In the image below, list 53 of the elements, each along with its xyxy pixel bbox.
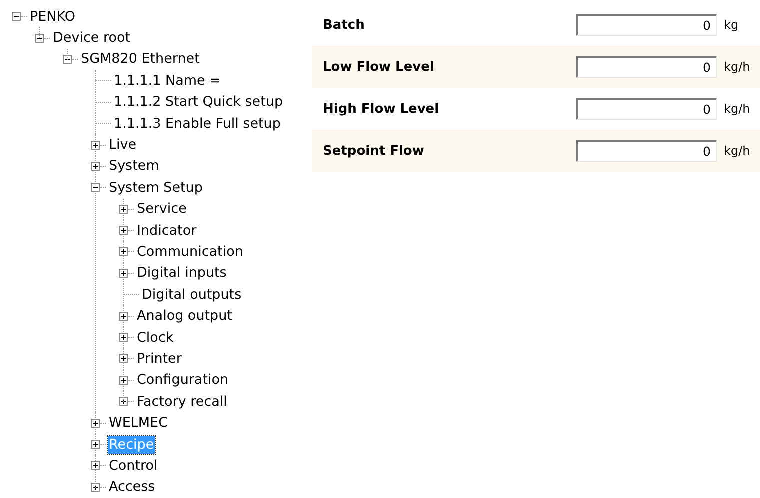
- expand-icon[interactable]: [119, 204, 128, 214]
- tree-item[interactable]: System: [108, 157, 160, 176]
- tree-item[interactable]: SGM820 Ethernet: [80, 50, 201, 68]
- expand-icon[interactable]: [119, 333, 128, 342]
- collapse-icon[interactable]: [12, 12, 21, 22]
- tree-item[interactable]: Device root: [52, 29, 132, 48]
- tree-item[interactable]: Control: [108, 456, 159, 475]
- expand-icon[interactable]: [91, 140, 100, 150]
- tree-item[interactable]: PENKO: [29, 8, 77, 26]
- expand-icon[interactable]: [91, 482, 100, 492]
- number-field[interactable]: 0: [576, 14, 717, 36]
- tree-item[interactable]: Configuration: [136, 371, 230, 390]
- tree-item[interactable]: System Setup: [108, 178, 204, 197]
- expand-icon[interactable]: [91, 162, 100, 171]
- tree-item[interactable]: Clock: [136, 328, 175, 347]
- expand-icon[interactable]: [119, 247, 128, 256]
- unit-label: kg/h: [724, 144, 750, 158]
- unit-label: kg/h: [724, 102, 750, 116]
- unit-label: kg/h: [724, 60, 750, 74]
- expand-icon[interactable]: [119, 397, 128, 406]
- tree-item[interactable]: 1.1.1.1 Name =: [113, 72, 222, 90]
- tree-item[interactable]: 1.1.1.3 Enable Full setup: [113, 114, 282, 133]
- tree-item[interactable]: Access: [108, 478, 156, 496]
- collapse-icon[interactable]: [35, 34, 44, 43]
- expand-icon[interactable]: [119, 226, 128, 236]
- collapse-icon[interactable]: [63, 54, 72, 64]
- collapse-icon[interactable]: [91, 183, 100, 192]
- field-label: Low Flow Level: [323, 60, 436, 74]
- tree-item[interactable]: Live: [108, 136, 138, 154]
- tree-item[interactable]: Printer: [136, 350, 183, 368]
- expand-icon[interactable]: [91, 461, 100, 470]
- tree-item[interactable]: 1.1.1.2 Start Quick setup: [113, 93, 284, 112]
- tree-item[interactable]: Indicator: [136, 222, 198, 240]
- number-field[interactable]: 0: [576, 140, 717, 162]
- expand-icon[interactable]: [119, 376, 128, 385]
- expand-icon[interactable]: [119, 268, 128, 278]
- tree-item[interactable]: Digital outputs: [141, 286, 243, 304]
- expand-icon[interactable]: [91, 440, 100, 449]
- tree-item[interactable]: Communication: [136, 242, 244, 261]
- tree-item[interactable]: Digital inputs: [136, 264, 228, 282]
- field-label: Batch: [323, 18, 366, 32]
- expand-icon[interactable]: [119, 354, 128, 364]
- tree-item[interactable]: Service: [136, 200, 188, 218]
- unit-label: kg: [724, 18, 739, 32]
- field-label: Setpoint Flow: [323, 144, 426, 158]
- number-field[interactable]: 0: [576, 98, 717, 120]
- field-label: High Flow Level: [323, 102, 440, 116]
- tree-item[interactable]: Analog output: [136, 307, 234, 326]
- expand-icon[interactable]: [119, 312, 128, 321]
- expand-icon[interactable]: [91, 418, 100, 428]
- tree-item[interactable]: WELMEC: [108, 414, 170, 432]
- tree-item[interactable]: Factory recall: [136, 392, 228, 411]
- number-field[interactable]: 0: [576, 56, 717, 78]
